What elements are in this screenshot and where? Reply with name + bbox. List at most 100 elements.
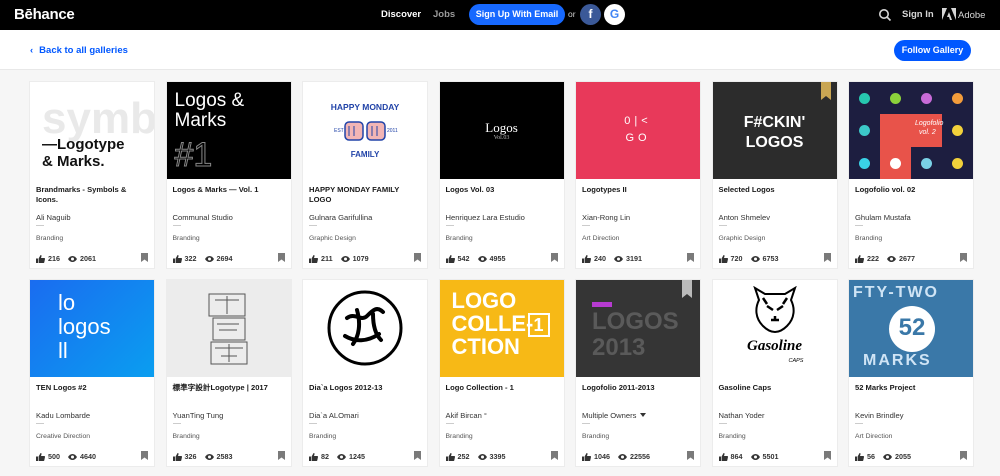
bookmark-icon[interactable] — [960, 451, 967, 460]
project-card[interactable]: Gasoline CAPS Gasoline Caps Nathan Yoder… — [712, 280, 837, 466]
project-card[interactable]: Logos Vol.03 Logos Vol. 03 Henriquez Lar… — [439, 82, 564, 268]
project-card[interactable]: LOGO COLLE- CTION 1 Logo Collection - 1 … — [439, 280, 564, 466]
mosaic-tile — [849, 146, 880, 179]
project-card[interactable]: Logos & Marks #1 Logos & Marks — Vol. 1 … — [166, 82, 291, 268]
like-count: 56 — [867, 452, 875, 461]
project-owner[interactable]: Kadu Lombarde — [36, 411, 90, 420]
bookmark-icon[interactable] — [277, 451, 285, 460]
project-owner[interactable]: Gulnara Garifullina — [309, 213, 372, 222]
eye-icon — [68, 453, 77, 460]
project-owner[interactable]: Kevin Brindley — [855, 411, 904, 420]
project-card[interactable]: 0|< GO Logotypes II Xian-Rong Lin Art Di… — [576, 82, 700, 268]
chevron-left-icon: ‹ — [30, 45, 34, 56]
project-thumbnail[interactable]: LOGOS 2013 — [576, 280, 700, 377]
bookmark-icon[interactable] — [141, 253, 148, 262]
project-title[interactable]: Logos & Marks — Vol. 1 — [173, 185, 285, 195]
project-thumbnail[interactable]: LOGO COLLE- CTION 1 — [439, 280, 564, 377]
thumbs-up-icon — [855, 452, 864, 461]
project-thumbnail[interactable]: Logos & Marks #1 — [166, 82, 291, 179]
bookmark-icon[interactable] — [550, 451, 558, 460]
project-card[interactable]: 標準字設計Logotype | 2017 YuanTing Tung Brand… — [166, 280, 291, 466]
thumbs-up-icon — [36, 254, 45, 263]
project-thumbnail[interactable]: 0|< GO — [576, 82, 700, 179]
project-title[interactable]: HAPPY MONDAY FAMILY LOGO — [309, 185, 421, 205]
project-thumbnail[interactable]: FTY-TWO 52 MARKS — [849, 280, 973, 377]
view-count: 22556 — [630, 452, 650, 461]
project-thumbnail[interactable]: symb —Logotype & Marks. — [30, 82, 154, 179]
project-thumbnail[interactable] — [303, 280, 427, 377]
project-thumbnail[interactable] — [166, 280, 291, 377]
project-title[interactable]: Selected Logos — [719, 185, 831, 195]
project-owner[interactable]: Akif Bircan ° — [446, 411, 487, 420]
back-label: Back to all galleries — [39, 45, 128, 56]
project-owner[interactable]: Dia`a ALOmari — [309, 411, 359, 420]
project-title[interactable]: Brandmarks - Symbols & Icons. — [36, 185, 148, 205]
project-card[interactable]: Dia`a Logos 2012-13 Dia`a ALOmari Brandi… — [303, 280, 427, 466]
project-title[interactable]: Logofolio vol. 02 — [855, 185, 967, 195]
project-card[interactable]: Logofolio vol. 2 Logofolio vol. 02 Ghula… — [849, 82, 973, 268]
behance-logo[interactable]: Bēhance — [14, 6, 75, 23]
project-title[interactable]: Logofolio 2011-2013 — [582, 383, 694, 393]
sign-in-link[interactable]: Sign In — [902, 9, 934, 20]
mosaic-tile — [942, 114, 973, 147]
nav-discover-link[interactable]: Discover — [381, 9, 421, 20]
project-thumbnail[interactable]: Gasoline CAPS — [712, 280, 837, 377]
eye-icon — [477, 453, 487, 460]
facebook-login-button[interactable]: f — [580, 4, 601, 25]
bookmark-icon[interactable] — [687, 451, 694, 460]
project-category: Graphic Design — [718, 235, 766, 242]
project-owner[interactable]: Ghulam Mustafa — [855, 213, 911, 222]
project-owner[interactable]: Henriquez Lara Estudio — [446, 213, 525, 222]
project-card[interactable]: F#CKIN' LOGOS Selected Logos Anton Shmel… — [712, 82, 837, 268]
project-title[interactable]: Gasoline Caps — [719, 383, 831, 393]
project-thumbnail[interactable]: F#CKIN' LOGOS — [712, 82, 837, 179]
like-count: 500 — [48, 452, 60, 461]
project-title[interactable]: Logo Collection - 1 — [446, 383, 558, 393]
bookmark-icon[interactable] — [823, 253, 831, 262]
project-owner[interactable]: Nathan Yoder — [719, 411, 765, 420]
project-owner[interactable]: Ali Naguib — [36, 213, 71, 222]
project-card[interactable]: symb —Logotype & Marks. Brandmarks - Sym… — [30, 82, 154, 268]
project-title[interactable]: TEN Logos #2 — [36, 383, 148, 393]
project-title[interactable]: 52 Marks Project — [855, 383, 967, 393]
bookmark-icon[interactable] — [414, 451, 421, 460]
project-owner[interactable]: Xian-Rong Lin — [582, 213, 630, 222]
bookmark-icon[interactable] — [277, 253, 285, 262]
project-owner[interactable]: Communal Studio — [173, 213, 233, 222]
project-stats: 322 2694 — [172, 254, 233, 263]
project-owner[interactable]: Multiple Owners — [582, 411, 647, 420]
thumb-text: CTION — [451, 334, 520, 359]
project-title[interactable]: Logos Vol. 03 — [446, 185, 558, 195]
project-thumbnail[interactable]: HAPPY MONDAY EST 2011 FAMILY — [303, 82, 427, 179]
project-thumbnail[interactable]: Logos Vol.03 — [439, 82, 564, 179]
project-card[interactable]: FTY-TWO 52 MARKS 52 Marks Project Kevin … — [849, 280, 973, 466]
project-title[interactable]: 標準字設計Logotype | 2017 — [173, 383, 285, 393]
divider — [445, 423, 454, 424]
project-thumbnail[interactable]: Logofolio vol. 2 — [849, 82, 973, 179]
back-to-galleries-link[interactable]: ‹ Back to all galleries — [30, 45, 128, 56]
bookmark-icon[interactable] — [823, 451, 831, 460]
project-title[interactable]: Logotypes II — [582, 185, 694, 195]
google-login-button[interactable]: G — [604, 4, 625, 25]
bookmark-icon[interactable] — [960, 253, 967, 262]
project-thumbnail[interactable]: lo logos ll — [30, 280, 154, 377]
project-card[interactable]: HAPPY MONDAY EST 2011 FAMILY HAPPY MONDA… — [303, 82, 427, 268]
nav-jobs-link[interactable]: Jobs — [433, 9, 455, 20]
bookmark-icon[interactable] — [141, 451, 148, 460]
adobe-link[interactable]: Adobe — [942, 8, 985, 21]
thumb-text: 0|< — [624, 115, 652, 127]
project-card[interactable]: LOGOS 2013 Logofolio 2011-2013 Multiple … — [576, 280, 700, 466]
eye-icon — [340, 255, 350, 262]
project-owner[interactable]: Anton Shmelev — [719, 213, 771, 222]
project-title[interactable]: Dia`a Logos 2012-13 — [309, 383, 421, 393]
signup-email-button[interactable]: Sign Up With Email — [469, 4, 565, 25]
follow-gallery-button[interactable]: Follow Gallery — [894, 40, 971, 61]
project-owner[interactable]: YuanTing Tung — [173, 411, 224, 420]
search-icon[interactable] — [878, 8, 892, 22]
bookmark-icon[interactable] — [550, 253, 558, 262]
caret-down-icon[interactable] — [640, 413, 647, 417]
project-card[interactable]: lo logos ll TEN Logos #2 Kadu Lombarde C… — [30, 280, 154, 466]
thumbs-up-icon — [718, 452, 728, 461]
bookmark-icon[interactable] — [414, 253, 421, 262]
bookmark-icon[interactable] — [687, 253, 694, 262]
